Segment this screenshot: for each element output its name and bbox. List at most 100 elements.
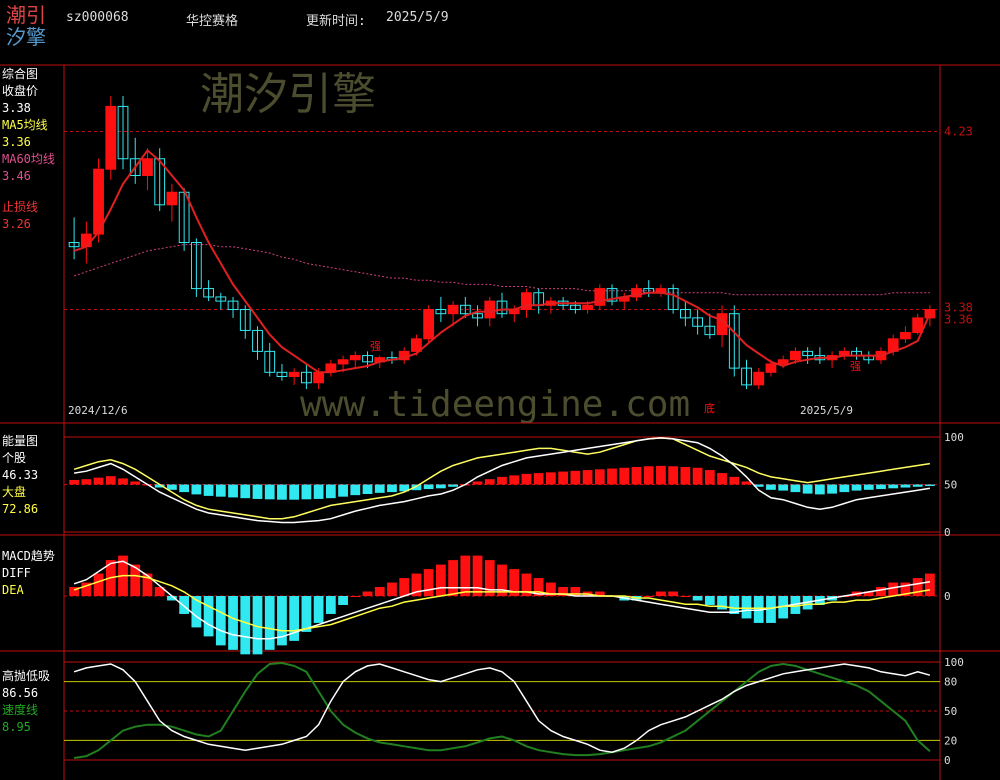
energy-bar [325, 484, 336, 499]
energy-bar [643, 466, 654, 485]
macd-bar [435, 564, 446, 596]
energy-bar [228, 484, 238, 498]
candle-body [313, 371, 325, 384]
annotation-strong: 强 [370, 340, 381, 353]
energy-bar [179, 484, 190, 493]
energy-bar [118, 478, 128, 485]
candle-body [80, 233, 92, 248]
energy-bar [521, 473, 532, 485]
energy-bar [900, 484, 911, 488]
energy-bar [191, 484, 202, 495]
gaopao-tick: 20 [944, 734, 957, 747]
energy-bar [338, 484, 348, 497]
energy-bar [497, 476, 507, 485]
energy-bar [790, 484, 801, 493]
energy-bar [374, 484, 385, 493]
energy-bar [240, 484, 251, 499]
energy-bar [582, 470, 593, 485]
macd-bar [338, 596, 348, 605]
energy-bar [215, 484, 226, 497]
macd-bar [399, 578, 410, 596]
macd-bar [912, 578, 923, 596]
macd-bar [93, 573, 104, 596]
macd-bar [448, 560, 458, 596]
gaopao-line [73, 663, 931, 753]
energy-bar [277, 484, 287, 500]
macd-bar [362, 591, 373, 596]
energy-bar [924, 484, 935, 487]
macd-bar [350, 596, 361, 597]
ma5-line [73, 148, 931, 374]
energy-bar [130, 481, 141, 485]
candle-body [924, 309, 936, 319]
energy-bar [631, 467, 642, 485]
gaopao-tick: 100 [944, 656, 964, 669]
energy-bar [851, 484, 862, 491]
energy-bar [448, 484, 458, 487]
macd-bar [313, 596, 324, 623]
energy-tick: 100 [944, 431, 964, 444]
candle-body [900, 332, 911, 340]
candle-body [349, 355, 361, 361]
energy-bar [301, 484, 312, 500]
macd-bar [924, 573, 935, 596]
macd-bar [325, 596, 336, 614]
macd-bar [692, 596, 703, 601]
energy-bar [558, 471, 569, 485]
candle-body [447, 304, 459, 315]
energy-bar [656, 465, 666, 485]
candle-body [765, 363, 777, 373]
macd-bar [741, 596, 752, 619]
candle-body [912, 317, 924, 334]
energy-bar [704, 470, 715, 485]
candle-body [594, 288, 606, 306]
energy-bar [252, 484, 263, 499]
energy-bar [435, 484, 446, 489]
candle-body [753, 371, 765, 386]
macd-bar [668, 591, 679, 596]
energy-bar [876, 484, 886, 490]
energy-bar [619, 467, 630, 485]
energy-bar [888, 484, 899, 489]
energy-bar [778, 484, 789, 491]
energy-bar [105, 476, 116, 485]
energy-bar [546, 472, 556, 485]
energy-bar [839, 484, 850, 493]
candle-body [288, 371, 300, 377]
energy-bar [350, 484, 361, 496]
energy-bar [509, 475, 520, 485]
candle-body [484, 300, 496, 319]
macd-bar [643, 596, 654, 597]
energy-bar [387, 484, 397, 493]
chart-plot: 4.233.383.362024/12/6 2025/5/9强强底10050001… [0, 64, 1000, 780]
energy-bar [594, 469, 605, 485]
energy-bar [533, 473, 544, 485]
energy-bar [766, 484, 776, 490]
energy-bar [741, 481, 752, 485]
energy-bar [484, 479, 495, 485]
energy-bar [423, 484, 434, 490]
macd-bar [876, 587, 886, 596]
price-tick: 4.23 [944, 125, 973, 139]
macd-bar [888, 582, 899, 596]
macd-bar [460, 555, 471, 596]
macd-bar [179, 596, 190, 614]
energy-bar [264, 484, 275, 500]
macd-bar [264, 596, 275, 650]
candle-body [790, 350, 801, 361]
macd-bar [240, 596, 251, 655]
candle-body [105, 105, 117, 170]
macd-bar [215, 596, 226, 646]
energy-bar [668, 466, 679, 485]
energy-bar [167, 484, 177, 490]
energy-tick: 0 [944, 526, 951, 539]
energy-bar [570, 470, 581, 485]
macd-bar [374, 587, 385, 596]
macd-bar [704, 596, 715, 605]
energy-bar [692, 467, 703, 485]
macd-bar [656, 591, 666, 596]
candle-body [582, 304, 593, 310]
gaopao-tick: 50 [944, 705, 957, 718]
macd-bar [301, 596, 312, 632]
ma60-line [73, 244, 930, 296]
